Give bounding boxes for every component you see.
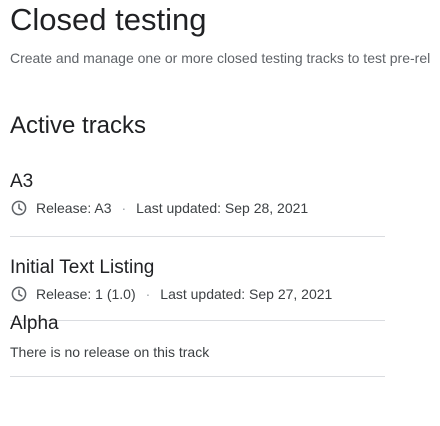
page-subtitle: Create and manage one or more closed tes… [10,50,431,66]
empty-release-message: There is no release on this track [10,344,210,360]
separator-dot: · [145,286,151,302]
track-meta: Release: A3 · Last updated: Sep 28, 2021 [10,198,385,218]
track-name[interactable]: A3 [10,170,385,194]
track-alpha[interactable]: Alpha There is no release on this track [10,312,385,362]
release-label: Release: 1 (1.0) [36,286,136,302]
track-initial-text-listing[interactable]: Initial Text Listing Release: 1 (1.0) · … [10,256,385,304]
active-tracks-heading: Active tracks [10,112,147,139]
last-updated: Last updated: Sep 27, 2021 [160,286,333,302]
last-updated: Last updated: Sep 28, 2021 [136,200,309,216]
release-label: Release: A3 [36,200,112,216]
track-name[interactable]: Alpha [10,312,385,336]
track-a3[interactable]: A3 Release: A3 · Last updated: Sep 28, 2… [10,170,385,218]
clock-icon [11,200,27,216]
clock-icon [11,286,27,302]
divider [10,376,385,377]
page-title: Closed testing [10,2,207,37]
divider [10,236,385,237]
track-meta: Release: 1 (1.0) · Last updated: Sep 27,… [10,284,385,304]
track-name[interactable]: Initial Text Listing [10,256,385,280]
separator-dot: · [121,200,127,216]
